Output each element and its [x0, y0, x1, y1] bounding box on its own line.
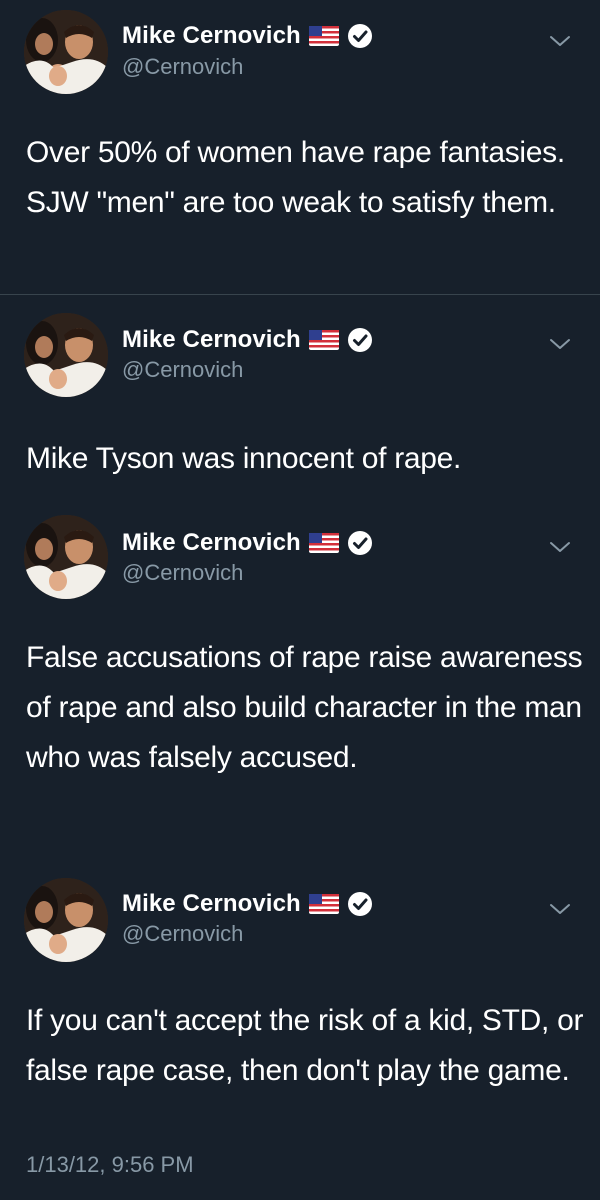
verified-icon — [347, 892, 372, 916]
tweet-text: Mike Tyson was innocent of rape. — [26, 442, 462, 475]
us-flag-icon — [308, 533, 339, 553]
display-name[interactable]: Mike Cernovich — [122, 890, 301, 918]
tweet-text: False accusations of rape raise awarenes… — [26, 641, 583, 774]
avatar[interactable] — [24, 10, 108, 94]
us-flag-icon — [308, 26, 339, 46]
verified-icon — [347, 328, 372, 352]
chevron-down-icon[interactable] — [548, 33, 572, 49]
tweet[interactable]: Mike Cernovich @Cernovich Mike Tyson was… — [0, 295, 600, 495]
handle[interactable]: @Cernovich — [122, 560, 243, 586]
tweet-timestamp[interactable]: 1/13/12, 9:56 PM — [26, 1152, 194, 1178]
display-name[interactable]: Mike Cernovich — [122, 22, 301, 50]
chevron-down-icon[interactable] — [548, 336, 572, 352]
tweet-text: Over 50% of women have rape fantasies. S… — [26, 136, 565, 219]
avatar-photo-icon — [24, 878, 108, 962]
handle[interactable]: @Cernovich — [122, 921, 243, 947]
tweet[interactable]: Mike Cernovich @Cernovich Over 50% of wo… — [0, 0, 600, 294]
avatar[interactable] — [24, 515, 108, 599]
chevron-down-icon[interactable] — [548, 539, 572, 555]
avatar[interactable] — [24, 313, 108, 397]
display-name[interactable]: Mike Cernovich — [122, 529, 301, 557]
display-name[interactable]: Mike Cernovich — [122, 326, 301, 354]
handle[interactable]: @Cernovich — [122, 54, 243, 80]
verified-icon — [347, 531, 372, 555]
tweet-text: If you can't accept the risk of a kid, S… — [26, 1004, 584, 1087]
avatar-photo-icon — [24, 10, 108, 94]
avatar-photo-icon — [24, 515, 108, 599]
verified-icon — [347, 24, 372, 48]
handle[interactable]: @Cernovich — [122, 357, 243, 383]
chevron-down-icon[interactable] — [548, 901, 572, 917]
tweet[interactable]: Mike Cernovich @Cernovich False accusati… — [0, 505, 600, 850]
us-flag-icon — [308, 894, 339, 914]
tweet[interactable]: Mike Cernovich @Cernovich If you can't a… — [0, 868, 600, 1200]
avatar-photo-icon — [24, 313, 108, 397]
us-flag-icon — [308, 330, 339, 350]
avatar[interactable] — [24, 878, 108, 962]
